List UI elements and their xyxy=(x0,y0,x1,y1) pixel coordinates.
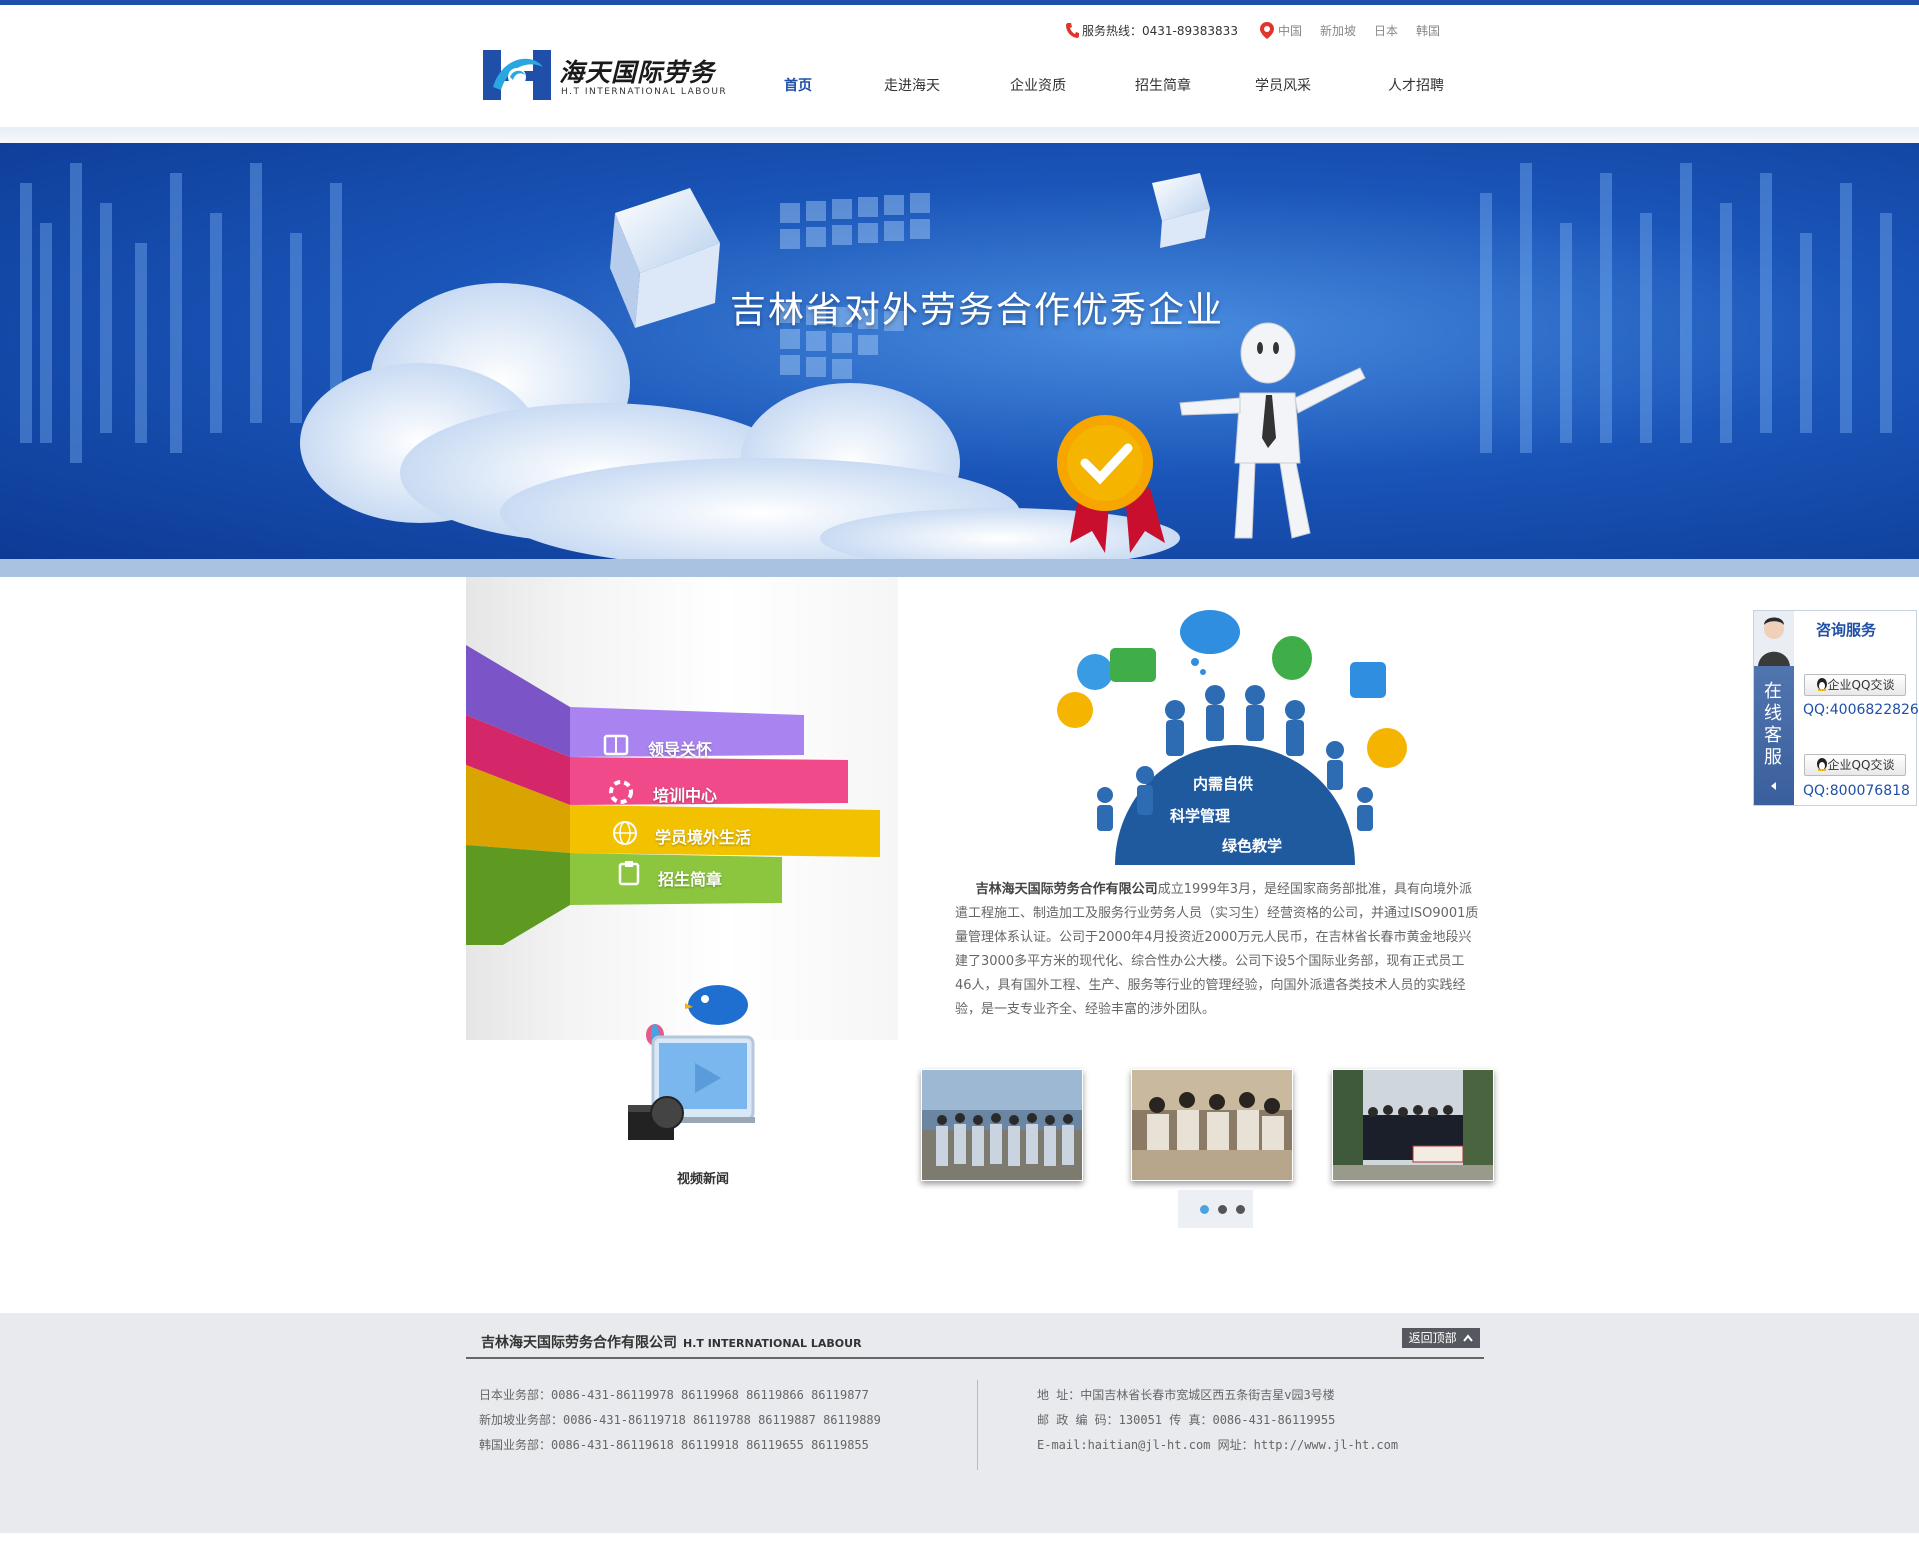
footer-japan-office: 日本业务部：0086-431-86119978 86119968 8611986… xyxy=(479,1388,869,1402)
footer-singapore-office: 新加坡业务部：0086-431-86119718 86119788 861198… xyxy=(479,1413,881,1427)
book-icon xyxy=(603,734,629,756)
logo-text: 海天国际劳务 xyxy=(559,58,716,87)
qq-chat-label-1: 企业QQ交谈 xyxy=(1827,678,1895,692)
site-logo[interactable]: 海天国际劳务 H.T INTERNATIONAL LABOUR xyxy=(483,45,733,105)
gallery-photo-1[interactable] xyxy=(921,1069,1083,1181)
qq-penguin-icon xyxy=(1816,758,1827,771)
qq-chat-button-2[interactable]: 企业QQ交谈 xyxy=(1804,754,1906,776)
graphic-line-3: 绿色教学 xyxy=(1222,837,1283,855)
nav-careers[interactable]: 人才招聘 xyxy=(1388,75,1444,95)
company-intro: 吉林海天国际劳务合作有限公司成立1999年3月，是经国家商务部批准，具有向境外派… xyxy=(955,878,1480,1022)
footer-email-website[interactable]: E-mail:haitian@jl-ht.com 网址：http://www.j… xyxy=(1037,1436,1398,1453)
site-header xyxy=(0,5,1919,127)
gallery-photo-2[interactable] xyxy=(1131,1069,1293,1181)
footer-column-separator xyxy=(977,1380,978,1470)
online-service-widget: 在线客服 咨询服务 企业QQ交谈 QQ:4006822826 企业QQ交谈 QQ… xyxy=(1753,610,1919,806)
qq-number-1: QQ:4006822826 xyxy=(1803,702,1919,718)
gallery-photo-3[interactable] xyxy=(1332,1069,1494,1181)
site-footer xyxy=(0,1313,1919,1533)
footer-divider xyxy=(466,1357,1484,1359)
footer-korea-office: 韩国业务部：0086-431-86119618 86119918 8611965… xyxy=(479,1438,869,1452)
lifebuoy-icon xyxy=(609,780,633,804)
region-link-korea[interactable]: 韩国 xyxy=(1416,24,1440,38)
nav-about[interactable]: 走进海天 xyxy=(884,75,940,95)
clipboard-icon xyxy=(618,861,640,886)
service-hotline: 服务热线：0431-89383833 xyxy=(1065,22,1238,39)
ribbon-admissions[interactable]: 招生简章 xyxy=(658,866,722,890)
footer-address: 地 址：中国吉林省长春市宽城区西五条街吉星v园3号楼 xyxy=(1037,1388,1335,1402)
service-side-label: 在线客服 xyxy=(1764,681,1782,768)
nav-students[interactable]: 学员风采 xyxy=(1255,75,1311,95)
ribbon-leadership[interactable]: 领导关怀 xyxy=(648,736,712,760)
footer-company-en: H.T INTERNATIONAL LABOUR xyxy=(683,1337,862,1350)
qq-chat-label-2: 企业QQ交谈 xyxy=(1827,758,1895,772)
service-side-tab[interactable]: 在线客服 xyxy=(1754,611,1794,805)
video-news-icon[interactable] xyxy=(625,985,775,1160)
gallery-dot-2[interactable] xyxy=(1218,1205,1227,1214)
footer-company-name: 吉林海天国际劳务合作有限公司 xyxy=(481,1335,677,1351)
banner-bottom-strip xyxy=(0,559,1919,577)
agent-avatar-icon xyxy=(1754,611,1794,666)
hotline-text: 服务热线：0431-89383833 xyxy=(1082,24,1238,38)
logo-mark-icon xyxy=(483,50,551,100)
nav-qualification[interactable]: 企业资质 xyxy=(1010,75,1066,95)
ribbon-student-life[interactable]: 学员境外生活 xyxy=(655,824,751,848)
qq-chat-button-1[interactable]: 企业QQ交谈 xyxy=(1804,674,1906,696)
back-to-top-button[interactable]: 返回顶部 xyxy=(1402,1328,1480,1348)
graphic-line-2: 科学管理 xyxy=(1170,807,1231,825)
location-pin-icon xyxy=(1260,22,1274,39)
region-link-japan[interactable]: 日本 xyxy=(1374,24,1398,38)
intro-company-name: 吉林海天国际劳务合作有限公司 xyxy=(975,882,1158,897)
gallery-dot-1[interactable] xyxy=(1200,1205,1209,1214)
ribbon-training-center[interactable]: 培训中心 xyxy=(653,782,717,806)
collapse-arrow-icon[interactable] xyxy=(1769,781,1779,791)
phone-icon xyxy=(1066,23,1079,38)
group-photo-image xyxy=(922,1070,1082,1180)
footer-postcode-fax: 邮 政 编 码：130051 传 真：0086-431-86119955 xyxy=(1037,1413,1336,1427)
region-link-singapore[interactable]: 新加坡 xyxy=(1320,24,1356,38)
region-link-china[interactable]: 中国 xyxy=(1278,24,1302,38)
header-shadow xyxy=(0,127,1919,143)
service-title: 咨询服务 xyxy=(1816,621,1877,639)
nav-home[interactable]: 首页 xyxy=(784,75,812,95)
video-news-label[interactable]: 视频新闻 xyxy=(677,1168,729,1187)
banner-title: 吉林省对外劳务合作优秀企业 xyxy=(730,290,1225,331)
globe-icon xyxy=(613,821,637,845)
nav-admissions[interactable]: 招生简章 xyxy=(1135,75,1191,95)
classroom-photo-image xyxy=(1132,1070,1292,1180)
hero-banner: 吉林省对外劳务合作优秀企业 xyxy=(0,143,1919,559)
gallery-dot-3[interactable] xyxy=(1236,1205,1245,1214)
chevron-up-icon xyxy=(1463,1334,1474,1342)
qq-number-2: QQ:800076818 xyxy=(1803,783,1910,799)
footer-company: 吉林海天国际劳务合作有限公司 H.T INTERNATIONAL LABOUR xyxy=(481,1332,862,1352)
intro-text: 成立1999年3月，是经国家商务部批准，具有向境外派遣工程施工、制造加工及服务行… xyxy=(955,882,1479,1017)
region-switcher: 中国 新加坡 日本 韩国 xyxy=(1260,22,1458,39)
qq-penguin-icon xyxy=(1816,678,1827,691)
banner-artwork xyxy=(20,163,1892,559)
graphic-line-1: 内需自供 xyxy=(1193,775,1254,793)
gallery-pager xyxy=(1178,1190,1253,1228)
ceremony-photo-image xyxy=(1333,1070,1493,1180)
back-to-top-label: 返回顶部 xyxy=(1408,1331,1457,1345)
logo-subtitle: H.T INTERNATIONAL LABOUR xyxy=(561,87,728,97)
